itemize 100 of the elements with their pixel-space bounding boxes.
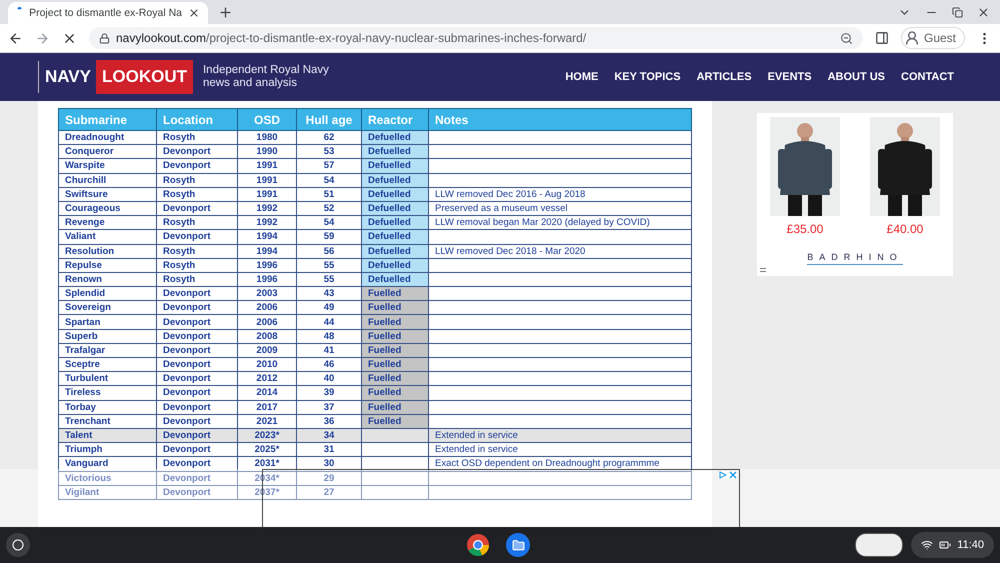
nav-link[interactable]: ABOUT US — [828, 71, 886, 83]
table-cell: 44 — [296, 314, 362, 330]
table-cell: LLW removed Dec 2018 - Mar 2020 — [428, 244, 692, 258]
table-cell: 2008 — [238, 329, 296, 344]
table-cell: LLW removed Dec 2016 - Aug 2018 — [428, 187, 692, 202]
back-icon[interactable] — [8, 30, 23, 46]
table-cell: Rosyth — [156, 130, 238, 145]
table-cell: Fuelled — [362, 372, 428, 386]
restore-icon[interactable] — [952, 6, 963, 19]
table-cell: 2009 — [238, 343, 296, 358]
table-cell: Devonport — [156, 358, 238, 372]
battery-icon — [939, 539, 952, 551]
table-cell: Defuelled — [362, 130, 428, 145]
table-cell: Defuelled — [362, 258, 428, 272]
table-cell: Renown — [58, 272, 156, 287]
table-cell: 1980 — [238, 130, 296, 145]
table-cell: 1992 — [238, 216, 296, 230]
address-bar[interactable]: navylookout.com/project-to-dismantle-ex-royal-navy-nuclear-submarines-inches-forward/ — [89, 27, 863, 49]
table-cell: Devonport — [156, 230, 238, 244]
close-icon[interactable] — [977, 6, 990, 19]
table-cell: Torbay — [58, 400, 156, 414]
table-cell: 59 — [296, 230, 362, 244]
nav-link[interactable]: CONTACT — [901, 71, 954, 83]
table-cell: 46 — [296, 358, 362, 372]
table-cell: Devonport — [156, 314, 238, 330]
column-header: Submarine — [58, 108, 156, 130]
table-cell: Churchill — [58, 173, 156, 188]
table-cell: Trenchant — [58, 414, 156, 428]
table-cell: Superb — [58, 329, 156, 344]
table-cell: 1996 — [238, 258, 296, 272]
table-cell: Tireless — [58, 386, 156, 400]
table-cell: 1991 — [238, 158, 296, 174]
table-cell: 2021 — [238, 414, 296, 428]
table-cell: Victorious — [58, 471, 156, 486]
table-cell: Fuelled — [362, 300, 428, 315]
table-cell: 36 — [296, 414, 362, 428]
column-header: Reactor — [362, 108, 428, 130]
table-cell: Devonport — [156, 456, 238, 471]
table-cell: 29 — [296, 471, 362, 486]
menu-icon[interactable] — [760, 268, 766, 273]
status-area[interactable]: 11:40 — [911, 532, 994, 558]
close-icon[interactable] — [188, 7, 200, 19]
table-cell: Devonport — [156, 386, 238, 400]
play-icon[interactable] — [719, 471, 727, 479]
table-cell: Defuelled — [362, 144, 428, 159]
clock: 11:40 — [957, 539, 984, 551]
table-cell: LLW removal began Mar 2020 (delayed by COVID) — [428, 216, 692, 230]
nav-link[interactable]: ARTICLES — [696, 71, 752, 83]
nav-link[interactable]: EVENTS — [768, 71, 812, 83]
table-cell: 31 — [296, 442, 362, 457]
ad-panel[interactable]: £35.00 £40.00 BADRHINO — [757, 113, 953, 276]
table-cell: 2010 — [238, 358, 296, 372]
price[interactable]: £40.00 — [886, 222, 924, 236]
browser-app-icon[interactable] — [466, 533, 490, 557]
table-cell: Devonport — [156, 201, 238, 216]
table-cell: Defuelled — [362, 158, 428, 174]
table-cell: Preserved as a museum vessel — [428, 201, 692, 216]
browser-tab[interactable]: Project to dismantle ex-Royal Na — [8, 2, 208, 24]
table-cell: Devonport — [156, 485, 238, 500]
table-cell: Warspite — [58, 158, 156, 174]
table-cell: Devonport — [156, 414, 238, 428]
table-cell: 40 — [296, 372, 362, 386]
table-cell: Fuelled — [362, 343, 428, 358]
logo-text[interactable]: NAVY — [45, 67, 91, 87]
logo-badge[interactable]: LOOKOUT — [96, 60, 193, 94]
zoom-out-icon[interactable] — [840, 32, 853, 44]
nav-link[interactable]: KEY TOPICS — [614, 71, 681, 83]
table-cell: Resolution — [58, 244, 156, 258]
table-cell: Devonport — [156, 428, 238, 443]
table-cell: Devonport — [156, 144, 238, 159]
lock-icon — [99, 32, 110, 44]
table-cell: 1990 — [238, 144, 296, 159]
table-cell: Devonport — [156, 158, 238, 174]
table-cell: 2003 — [238, 286, 296, 301]
table-cell: 2025* — [238, 442, 296, 457]
side-panel-icon[interactable] — [874, 31, 889, 45]
table-cell: Dreadnought — [58, 130, 156, 145]
table-cell: Sovereign — [58, 300, 156, 315]
table-cell: Fuelled — [362, 400, 428, 414]
table-cell: Fuelled — [362, 314, 428, 330]
price[interactable]: £35.00 — [786, 222, 824, 236]
folder-app-icon[interactable] — [506, 533, 530, 557]
launcher-button[interactable] — [6, 533, 30, 557]
table-cell: Devonport — [156, 329, 238, 344]
nav-link[interactable]: HOME — [565, 71, 598, 83]
new-tab-icon[interactable] — [218, 5, 233, 20]
table-cell: 2012 — [238, 372, 296, 386]
table-cell — [362, 428, 428, 443]
table-cell: Fuelled — [362, 286, 428, 301]
table-cell: 55 — [296, 272, 362, 287]
table-cell: 27 — [296, 485, 362, 500]
table-cell: 39 — [296, 386, 362, 400]
table-cell: Talent — [58, 428, 156, 443]
table-cell: Rosyth — [156, 244, 238, 258]
table-cell: Spartan — [58, 314, 156, 330]
table-cell: Turbulent — [58, 372, 156, 386]
brand-logo[interactable]: BADRHINO — [807, 252, 903, 265]
table-cell: Fuelled — [362, 386, 428, 400]
profile-button[interactable]: Guest — [900, 27, 965, 49]
forward-icon[interactable] — [35, 30, 50, 46]
